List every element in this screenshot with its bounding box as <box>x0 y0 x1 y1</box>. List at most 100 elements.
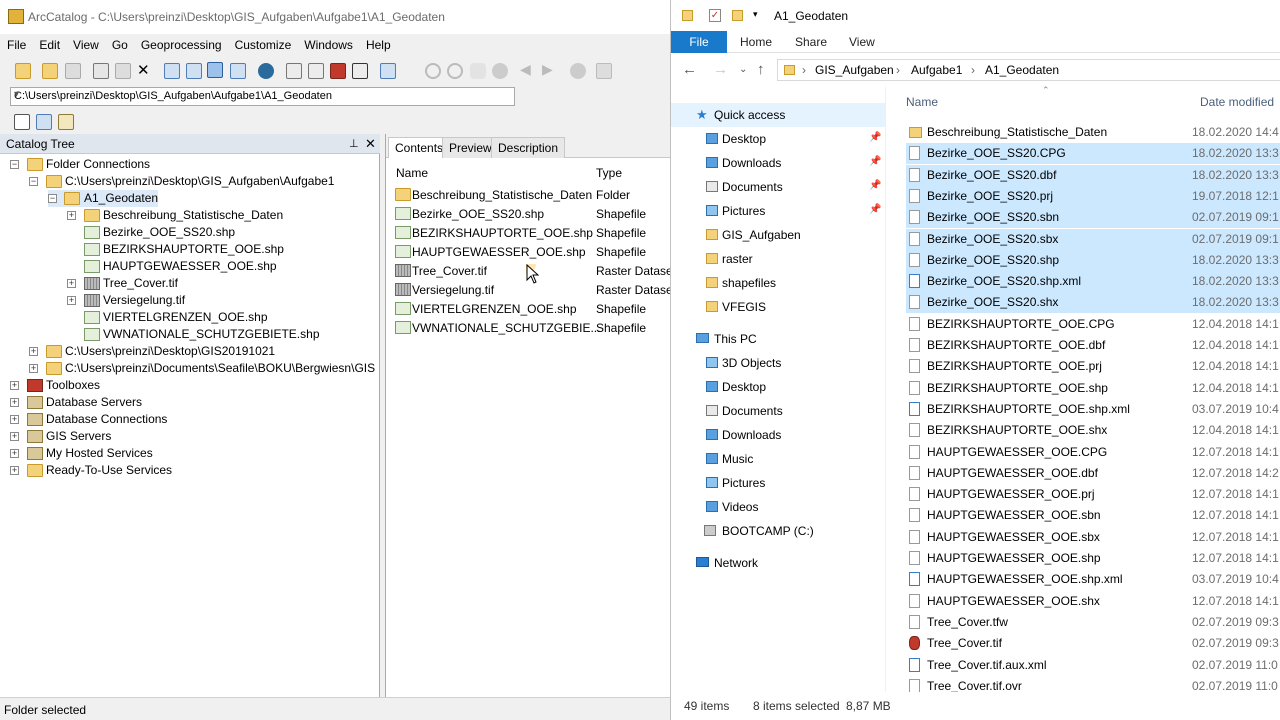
zoom-in-icon[interactable] <box>425 63 441 79</box>
expand-icon[interactable]: + <box>67 279 76 288</box>
file-row[interactable]: HAUPTGEWAESSER_OOE.shx 12.07.2018 14:1 <box>906 591 1280 612</box>
nav-item-videos[interactable]: Videos <box>671 495 885 519</box>
forward-icon[interactable]: ▶ <box>542 61 558 77</box>
column-name[interactable]: Name <box>396 166 428 180</box>
nav-item-pictures[interactable]: Pictures 📌 <box>671 199 885 223</box>
catalog-tree-toggle-icon[interactable] <box>286 63 302 79</box>
forward-arrow-icon[interactable]: → <box>713 61 728 78</box>
collapse-icon[interactable]: − <box>29 177 38 186</box>
tree-database-servers[interactable]: + Database Servers <box>0 394 380 411</box>
nav-item-pc-documents[interactable]: Documents <box>671 399 885 423</box>
menu-windows[interactable]: Windows <box>297 34 359 52</box>
contents-row[interactable]: VWNATIONALE_SCHUTZGEBIE... Shapefile <box>386 319 671 338</box>
menu-help[interactable]: Help <box>359 34 397 52</box>
contents-row[interactable]: HAUPTGEWAESSER_OOE.shp Shapefile <box>386 243 671 262</box>
nav-item-pc-pictures[interactable]: Pictures <box>671 471 885 495</box>
pin-icon[interactable]: 📌 <box>869 156 881 167</box>
nav-network[interactable]: Network <box>671 551 885 575</box>
up-one-level-icon[interactable] <box>15 63 31 79</box>
file-row[interactable]: Bezirke_OOE_SS20.prj 19.07.2018 12:1 <box>906 185 1280 207</box>
pan-icon[interactable] <box>470 63 486 79</box>
breadcrumb-item[interactable]: A1_Geodaten <box>985 63 1059 77</box>
file-row[interactable]: HAUPTGEWAESSER_OOE.sbx 12.07.2018 14:1 <box>906 527 1280 548</box>
pin-icon[interactable]: ⊥ <box>349 137 359 150</box>
tree-ready-to-use[interactable]: + Ready-To-Use Services <box>0 462 380 479</box>
breadcrumb-item[interactable]: GIS_Aufgaben <box>815 63 894 77</box>
file-row[interactable]: BEZIRKSHAUPTORTE_OOE.shp.xml 03.07.2019 1… <box>906 399 1280 420</box>
tree-database-connections[interactable]: + Database Connections <box>0 411 380 428</box>
file-row[interactable]: BEZIRKSHAUPTORTE_OOE.shp 12.04.2018 14:1 <box>906 378 1280 399</box>
tree-item[interactable]: VIERTELGRENZEN_OOE.shp <box>0 309 380 326</box>
file-row[interactable]: HAUPTGEWAESSER_OOE.shp.xml 03.07.2019 10:… <box>906 569 1280 590</box>
python-window-icon[interactable] <box>352 63 368 79</box>
file-row[interactable]: BEZIRKSHAUPTORTE_OOE.shx 12.04.2018 14:1 <box>906 420 1280 441</box>
copy-icon[interactable] <box>93 63 109 79</box>
nav-item-music[interactable]: Music <box>671 447 885 471</box>
column-date-modified[interactable]: Date modified <box>1200 95 1274 109</box>
chevron-down-icon[interactable]: ▾ <box>753 9 758 20</box>
import-metadata-icon[interactable] <box>36 114 52 130</box>
tab-description[interactable]: Description <box>491 137 566 158</box>
edit-metadata-icon[interactable] <box>14 114 30 130</box>
contents-row[interactable]: BEZIRKSHAUPTORTE_OOE.shp Shapefile <box>386 224 671 243</box>
expand-icon[interactable]: + <box>10 466 19 475</box>
nav-item-pc-desktop[interactable]: Desktop <box>671 375 885 399</box>
tree-gis20191021[interactable]: + C:\Users\preinzi\Desktop\GIS20191021 <box>0 343 380 360</box>
export-metadata-icon[interactable] <box>58 114 74 130</box>
menu-go[interactable]: Go <box>105 34 134 52</box>
connect-folder-icon[interactable] <box>42 63 58 79</box>
expand-icon[interactable]: + <box>10 398 19 407</box>
column-name[interactable]: Name <box>906 95 938 109</box>
up-arrow-icon[interactable]: ↑ <box>757 61 765 78</box>
tree-item[interactable]: HAUPTGEWAESSER_OOE.shp <box>0 258 380 275</box>
tree-item[interactable]: + Tree_Cover.tif <box>0 275 380 292</box>
menu-customize[interactable]: Customize <box>228 34 298 52</box>
pin-icon[interactable]: 📌 <box>869 132 881 143</box>
create-thumbnail-icon[interactable] <box>596 63 612 79</box>
file-row[interactable]: HAUPTGEWAESSER_OOE.CPG 12.07.2018 14:1 <box>906 442 1280 463</box>
file-row[interactable]: BEZIRKSHAUPTORTE_OOE.dbf 12.04.2018 14:1 <box>906 335 1280 356</box>
nav-this-pc[interactable]: This PC <box>671 327 885 351</box>
nav-item-raster[interactable]: raster <box>671 247 885 271</box>
file-row[interactable]: BEZIRKSHAUPTORTE_OOE.CPG 12.04.2018 14:1 <box>906 314 1280 335</box>
tree-a1-geodaten[interactable]: − A1_Geodaten <box>48 190 158 207</box>
tree-item[interactable]: VWNATIONALE_SCHUTZGEBIETE.shp <box>0 326 380 343</box>
file-row[interactable]: Tree_Cover.tif.aux.xml 02.07.2019 11:0 <box>906 655 1280 676</box>
file-row[interactable]: Bezirke_OOE_SS20.dbf 18.02.2020 13:3 <box>906 164 1280 186</box>
file-row[interactable]: HAUPTGEWAESSER_OOE.prj 12.07.2018 14:1 <box>906 484 1280 505</box>
file-row[interactable]: HAUPTGEWAESSER_OOE.shp 12.07.2018 14:1 <box>906 548 1280 569</box>
menu-view[interactable]: View <box>66 34 105 52</box>
tree-gis-servers[interactable]: + GIS Servers <box>0 428 380 445</box>
nav-item-documents[interactable]: Documents 📌 <box>671 175 885 199</box>
nav-item-3d-objects[interactable]: 3D Objects <box>671 351 885 375</box>
details-view-icon[interactable] <box>207 62 223 78</box>
nav-item-vfegis[interactable]: VFEGIS <box>671 295 885 319</box>
file-row[interactable]: Bezirke_OOE_SS20.shx 18.02.2020 13:3 <box>906 292 1280 314</box>
file-row[interactable]: BEZIRKSHAUPTORTE_OOE.prj 12.04.2018 14:1 <box>906 356 1280 377</box>
menu-edit[interactable]: Edit <box>32 34 66 52</box>
file-row[interactable]: Tree_Cover.tfw 02.07.2019 09:3 <box>906 612 1280 633</box>
tree-hosted-services[interactable]: + My Hosted Services <box>0 445 380 462</box>
tree-item[interactable]: + Versiegelung.tif <box>0 292 380 309</box>
column-type[interactable]: Type <box>596 166 622 180</box>
expand-icon[interactable]: + <box>10 381 19 390</box>
identify-icon[interactable] <box>570 63 586 79</box>
file-row[interactable]: Tree_Cover.tif 02.07.2019 09:3 <box>906 633 1280 654</box>
disconnect-folder-icon[interactable] <box>65 63 81 79</box>
expand-icon[interactable]: + <box>29 364 38 373</box>
file-row[interactable]: Beschreibung_Statistische_Daten 18.02.202… <box>906 122 1280 143</box>
tree-toolboxes[interactable]: + Toolboxes <box>0 377 380 394</box>
zoom-out-icon[interactable] <box>447 63 463 79</box>
launch-arcmap-icon[interactable] <box>258 63 274 79</box>
close-icon[interactable]: ✕ <box>365 136 376 152</box>
nav-item-bootcamp[interactable]: BOOTCAMP (C:) <box>671 519 885 543</box>
tab-contents[interactable]: Contents <box>388 137 451 158</box>
contents-row[interactable]: VIERTELGRENZEN_OOE.shp Shapefile <box>386 300 671 319</box>
expand-icon[interactable]: + <box>67 211 76 220</box>
new-folder-icon[interactable] <box>732 10 743 21</box>
modelbuilder-icon[interactable] <box>380 63 396 79</box>
expand-icon[interactable]: + <box>67 296 76 305</box>
ribbon-share-tab[interactable]: Share <box>795 35 827 49</box>
breadcrumb[interactable]: › GIS_Aufgaben › Aufgabe1 › A1_Geodaten <box>777 59 1280 81</box>
expand-icon[interactable]: + <box>10 415 19 424</box>
